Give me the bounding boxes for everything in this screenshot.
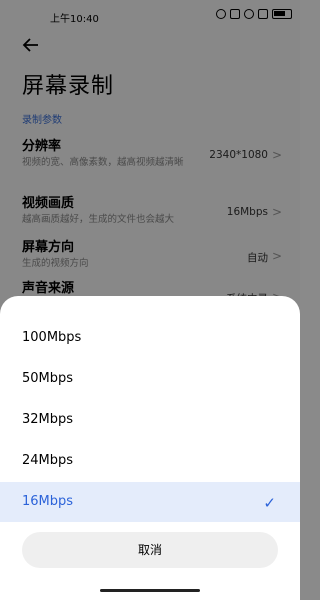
- quality-bottom-sheet: 100Mbps 50Mbps 32Mbps 24Mbps 16Mbps ✓ 取消: [0, 296, 300, 600]
- option-24mbps[interactable]: 24Mbps: [0, 441, 300, 481]
- option-label: 100Mbps: [22, 330, 82, 345]
- option-50mbps[interactable]: 50Mbps: [0, 359, 300, 399]
- option-label: 24Mbps: [22, 453, 74, 468]
- option-16mbps[interactable]: 16Mbps ✓: [0, 482, 300, 522]
- option-label: 16Mbps: [22, 494, 74, 509]
- option-label: 32Mbps: [22, 412, 74, 427]
- option-label: 50Mbps: [22, 371, 74, 386]
- home-indicator[interactable]: [100, 589, 200, 592]
- checkmark-icon: ✓: [263, 494, 276, 512]
- option-100mbps[interactable]: 100Mbps: [0, 318, 300, 358]
- option-32mbps[interactable]: 32Mbps: [0, 400, 300, 440]
- cancel-button[interactable]: 取消: [22, 532, 278, 568]
